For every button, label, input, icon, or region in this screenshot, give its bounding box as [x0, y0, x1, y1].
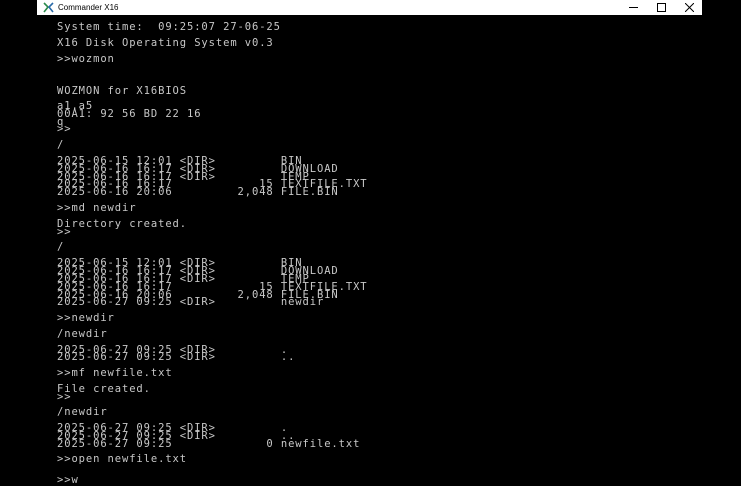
terminal-line: >> [57, 123, 72, 135]
terminal-line: / [57, 241, 65, 253]
window-title: Commander X16 [58, 3, 119, 12]
terminal-line: >>newdir [57, 312, 115, 324]
minimize-icon [628, 3, 638, 12]
terminal-line: >>open newfile.txt [57, 453, 187, 465]
terminal-line: 00A1: 92 56 BD 22 16 [57, 108, 202, 120]
terminal-line: WOZMON for X16BIOS [57, 85, 187, 97]
terminal-line: System time: 09:25:07 27-06-25 [57, 21, 281, 33]
app-window: Commander X16 System time: 09:25:07 27-0… [0, 0, 741, 486]
terminal-screen[interactable]: System time: 09:25:07 27-06-25 X16 Disk … [57, 22, 717, 486]
terminal-line: >> [57, 226, 72, 238]
terminal-line: >>wozmon [57, 53, 115, 65]
terminal-line: >>md newdir [57, 202, 137, 214]
close-icon [684, 3, 694, 12]
terminal-input-line[interactable]: >>w [57, 475, 79, 486]
terminal-line: 2025-06-27 09:25 0 newfile.txt [57, 438, 361, 450]
terminal-line: 2025-06-27 09:25 <DIR> newdir [57, 296, 325, 308]
title-bar[interactable]: Commander X16 [37, 0, 702, 15]
terminal-line: 2025-06-16 20:06 2,048 FILE.BIN [57, 186, 339, 198]
x16-logo-icon [43, 2, 54, 13]
minimize-button[interactable] [619, 0, 647, 15]
terminal-line: Directory created. [57, 218, 187, 230]
terminal-line: >> [57, 391, 72, 403]
close-button[interactable] [675, 0, 703, 15]
terminal-line: X16 Disk Operating System v0.3 [57, 37, 274, 49]
maximize-icon [656, 3, 666, 12]
terminal-line: >>mf newfile.txt [57, 367, 173, 379]
maximize-button[interactable] [647, 0, 675, 15]
terminal-line: 2025-06-27 09:25 <DIR> .. [57, 351, 296, 363]
terminal-line: /newdir [57, 328, 108, 340]
terminal-line: /newdir [57, 406, 108, 418]
terminal-line: / [57, 139, 65, 151]
